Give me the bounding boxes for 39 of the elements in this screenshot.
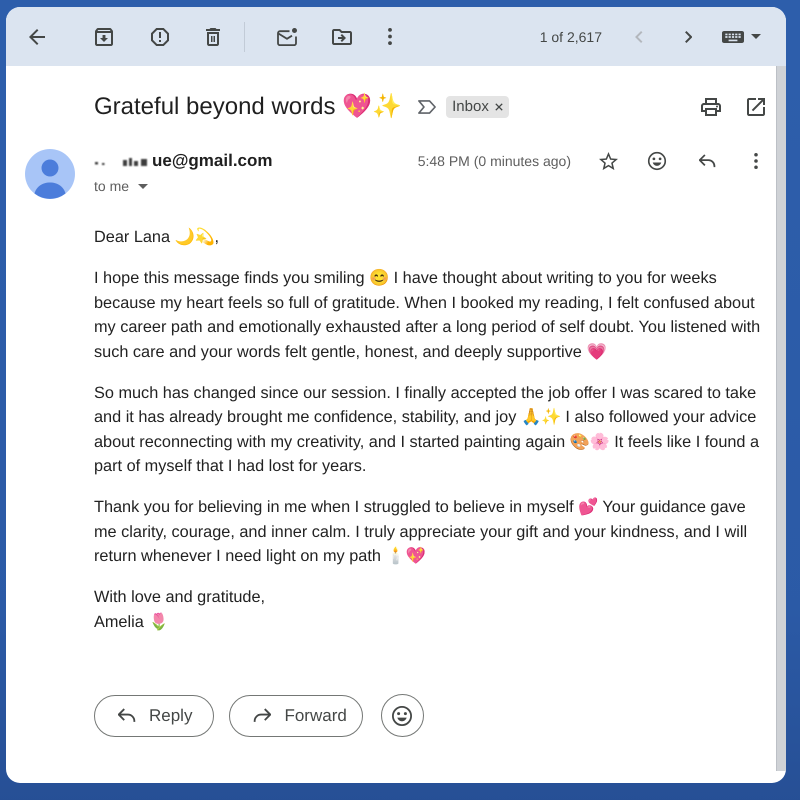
body-paragraph: I hope this message finds you smiling 😊 I have thought about writing to you for weeks because my heart feels so full of gratitude. When I booked my reading, I felt confused about my career path and emotionally exhausted after a long period of self doubt. You listened with such care and your words felt gentle, honest, and deeply supportive 💗 (94, 268, 762, 362)
greeting-text: Dear Lana 🌙💫, (94, 226, 220, 248)
signature-text: Amelia 🌷 (94, 612, 170, 632)
body-paragraph: So much has changed since our session. I finally accepted the job offer I was scared to take and it has already brought me confidence, stability, and joy 🙏✨ I also followed your advice about reconnecting with my creativity, and I started painting again 🎨🌸 It feels like I found a part of myself that I had lost for years. (94, 382, 760, 477)
keyboard-icon[interactable] (722, 30, 744, 42)
forward-button[interactable]: Forward (229, 694, 363, 736)
star-icon[interactable] (599, 152, 618, 170)
caret-down-icon[interactable] (751, 34, 761, 39)
body-paragraph: Thank you for believing in me when I struggled to believe in myself 💕 Your guidance gave me clarity, courage, and inner calm. I truly appreciate your gift and your kindness, and I will return whenever I need light on my path 🕯💖 (94, 496, 748, 567)
arrow-left-icon[interactable] (29, 28, 45, 44)
forward-icon (253, 708, 272, 723)
envelope-dot-icon[interactable] (277, 28, 297, 46)
alert-octagon-icon[interactable] (151, 28, 169, 46)
folder-arrow-icon[interactable] (332, 28, 352, 44)
avatar-icon (25, 149, 75, 199)
reply-icon (118, 708, 136, 723)
smiley-icon (391, 704, 414, 726)
open-external-icon[interactable] (747, 98, 765, 116)
caret-down-icon (138, 184, 148, 188)
page-counter: 1 of 2,617 (540, 28, 602, 44)
chevron-right-icon[interactable] (684, 30, 692, 42)
reply-icon[interactable] (699, 154, 716, 168)
archive-box-icon[interactable] (95, 28, 113, 46)
close-icon[interactable] (494, 103, 503, 111)
more-vertical-icon[interactable] (754, 153, 758, 169)
email-subject: Grateful beyond words 💖✨ (94, 92, 402, 122)
trash-icon[interactable] (206, 28, 220, 46)
printer-icon[interactable] (701, 98, 721, 116)
email-timestamp: 5:48 PM (0 minutes ago) (418, 153, 571, 169)
scrollbar[interactable] (776, 66, 786, 771)
closing-text: With love and gratitude, (94, 587, 266, 608)
add-reaction-button[interactable] (380, 694, 424, 737)
label-chip[interactable]: Inbox (446, 96, 509, 118)
reply-button[interactable]: Reply (94, 694, 214, 736)
recipient-toggle[interactable]: to me (94, 178, 148, 194)
more-vertical-icon[interactable] (388, 28, 392, 45)
smiley-icon[interactable] (647, 151, 667, 171)
sender-email: ue@gmail.com (152, 151, 272, 171)
chevron-tag-icon[interactable] (418, 100, 436, 114)
